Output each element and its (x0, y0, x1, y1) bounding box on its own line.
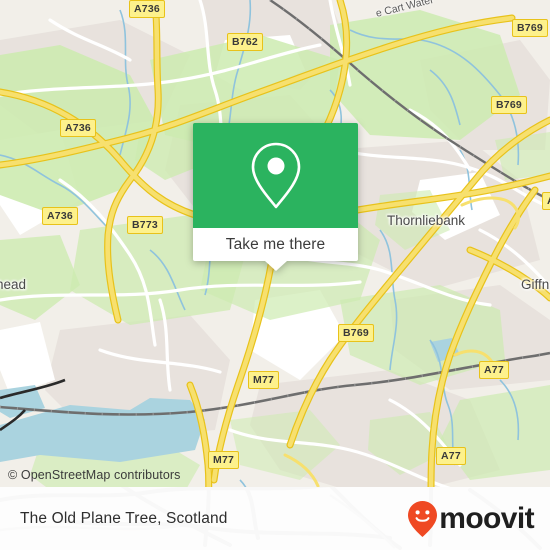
take-me-there-label: Take me there (225, 235, 326, 253)
road-shield-b769: B769 (491, 96, 527, 114)
popup-cta-bar[interactable]: Take me there (193, 228, 358, 261)
popup-pin-panel (193, 123, 358, 228)
road-shield-b769: B769 (512, 19, 548, 37)
osm-attribution[interactable]: © OpenStreetMap contributors (8, 468, 181, 482)
road-shield-a77: A77 (479, 361, 509, 379)
road-shield-b773: B773 (127, 216, 163, 234)
road-shield-m77: M77 (208, 451, 240, 469)
place-popup-card[interactable]: Take me there (193, 123, 358, 271)
road-shield-b769: B769 (338, 324, 374, 342)
place-title: The Old Plane Tree, Scotland (20, 509, 228, 527)
place-label-head: head (0, 277, 27, 292)
road-shield-b762: B762 (227, 33, 263, 51)
road-shield-m77: M77 (248, 371, 280, 389)
map-viewport[interactable]: © OpenStreetMap contributors A736 B762 B76… (0, 0, 550, 487)
popup-pointer-tail (264, 261, 287, 271)
road-shield-a736: A736 (42, 207, 78, 225)
place-label-giffn: Giffn (521, 277, 550, 292)
footer-bar: The Old Plane Tree, Scotland moovit (0, 487, 550, 550)
road-shield-a736: A736 (129, 0, 165, 18)
place-label-thornliebank: Thornliebank (387, 213, 466, 228)
map-pin-icon (251, 142, 300, 208)
moovit-smiley-pin-icon (408, 500, 438, 537)
moovit-wordmark: moovit (439, 502, 534, 535)
road-shield-a736: A736 (60, 119, 96, 137)
map-screenshot: © OpenStreetMap contributors A736 B762 B76… (0, 0, 550, 550)
road-shield-a77: A77 (542, 192, 550, 210)
road-shield-a77: A77 (436, 447, 466, 465)
moovit-logo[interactable]: moovit (407, 500, 535, 538)
